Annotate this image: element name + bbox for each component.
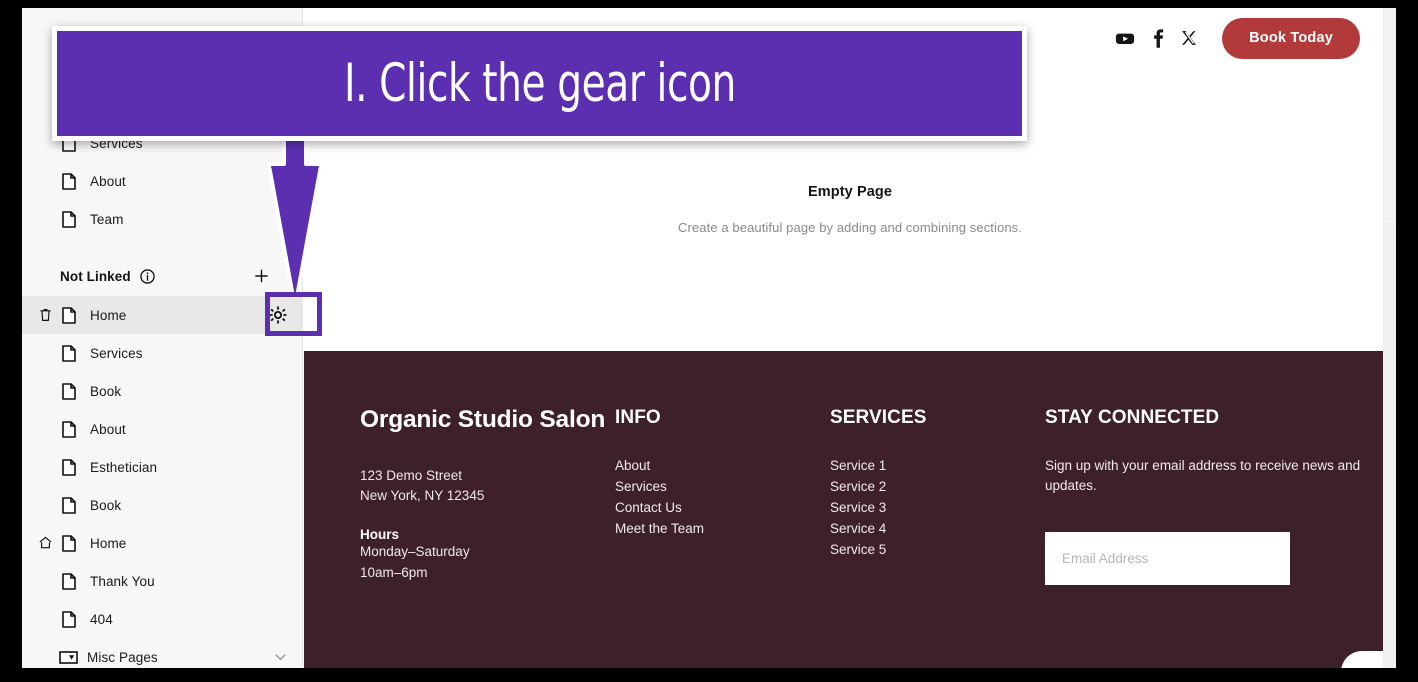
footer-link-service-5[interactable]: Service 5	[830, 540, 1045, 561]
sidebar-item-label: Home	[90, 535, 127, 551]
preview-scrollbar-thumb[interactable]	[1384, 8, 1395, 223]
sidebar-item-label: Thank You	[90, 573, 155, 589]
page-icon	[62, 610, 76, 628]
footer-info-column: INFO About Services Contact Us Meet the …	[615, 407, 830, 668]
instruction-text: I. Click the gear icon	[343, 53, 736, 114]
page-icon	[62, 572, 76, 590]
footer-hours-line2: 10am–6pm	[360, 564, 428, 580]
sidebar-item-label: Misc Pages	[87, 649, 158, 665]
sidebar-item-label: Services	[90, 345, 143, 361]
sidebar-item-label: Esthetician	[90, 459, 158, 475]
page-icon	[62, 534, 76, 552]
app-viewport: Services About Team Not Linked Home Serv…	[22, 8, 1396, 668]
footer-hours-line1: Monday–Saturday	[360, 544, 470, 560]
footer-newsletter-heading: STAY CONNECTED	[1045, 407, 1220, 428]
footer-info-heading: INFO	[615, 407, 661, 428]
book-today-button[interactable]: Book Today	[1222, 17, 1360, 59]
screenshot-frame: Services About Team Not Linked Home Serv…	[0, 0, 1418, 682]
email-address-input[interactable]	[1045, 531, 1290, 585]
youtube-icon[interactable]	[1114, 27, 1136, 49]
footer-brand-column: Organic Studio Salon 123 Demo Street New…	[360, 406, 615, 668]
sidebar-item-label: Book	[90, 383, 122, 399]
footer-newsletter-blurb: Sign up with your email address to recei…	[1045, 458, 1361, 494]
footer-link-services[interactable]: Services	[615, 477, 830, 498]
footer-link-about[interactable]: About	[615, 456, 830, 477]
sidebar-item-label: About	[90, 421, 126, 437]
gear-icon-highlight[interactable]	[265, 292, 322, 336]
facebook-icon[interactable]	[1146, 27, 1168, 49]
down-arrow-pointer	[256, 132, 334, 302]
footer-link-contact-us[interactable]: Contact Us	[615, 498, 830, 519]
section-title: Not Linked	[60, 268, 131, 284]
sidebar-item-about[interactable]: About	[22, 410, 303, 448]
page-icon	[62, 306, 76, 324]
page-icon	[62, 420, 76, 438]
footer-link-service-3[interactable]: Service 3	[830, 498, 1045, 519]
sidebar-item-misc-pages[interactable]: Misc Pages	[22, 638, 303, 668]
instruction-banner: I. Click the gear icon	[52, 26, 1027, 141]
sidebar-item-label: About	[90, 173, 126, 189]
page-icon	[62, 382, 76, 400]
footer-link-service-2[interactable]: Service 2	[830, 477, 1045, 498]
x-twitter-icon[interactable]	[1178, 27, 1200, 49]
footer-link-service-4[interactable]: Service 4	[830, 519, 1045, 540]
sidebar-item-book-1[interactable]: Book	[22, 372, 303, 410]
preview-scrollbar-track[interactable]	[1383, 8, 1396, 668]
page-icon	[62, 344, 76, 362]
sidebar-item-label: Team	[90, 211, 124, 227]
info-icon[interactable]	[140, 268, 155, 284]
sidebar-item-services[interactable]: Services	[22, 334, 303, 372]
footer-services-heading: SERVICES	[830, 407, 927, 428]
site-footer: Organic Studio Salon 123 Demo Street New…	[304, 351, 1396, 668]
sidebar-item-label: Book	[90, 497, 122, 513]
sidebar-item-book-2[interactable]: Book	[22, 486, 303, 524]
footer-link-meet-the-team[interactable]: Meet the Team	[615, 519, 830, 540]
sidebar-item-thank-you[interactable]: Thank You	[22, 562, 303, 600]
page-icon	[62, 210, 76, 228]
footer-address-line1: 123 Demo Street	[360, 467, 463, 483]
sidebar-item-label: 404	[90, 611, 113, 627]
empty-page-subtitle: Create a beautiful page by adding and co…	[678, 220, 1022, 235]
page-icon	[62, 458, 76, 476]
footer-newsletter-column: STAY CONNECTED Sign up with your email a…	[1045, 407, 1390, 668]
footer-address-line2: New York, NY 12345	[360, 488, 485, 504]
folder-dropdown-icon	[59, 650, 78, 664]
home-icon	[39, 536, 53, 550]
footer-services-column: SERVICES Service 1 Service 2 Service 3 S…	[830, 407, 1045, 668]
sidebar-item-label: Home	[90, 307, 127, 323]
empty-page-title: Empty Page	[808, 184, 892, 200]
footer-link-service-1[interactable]: Service 1	[830, 456, 1045, 477]
chevron-down-icon[interactable]	[274, 651, 287, 664]
sidebar-item-404[interactable]: 404	[22, 600, 303, 638]
footer-hours-heading: Hours	[360, 527, 400, 543]
sidebar-item-home-default[interactable]: Home	[22, 524, 303, 562]
page-icon	[62, 172, 76, 190]
footer-brand-name: Organic Studio Salon	[360, 406, 606, 433]
page-icon	[62, 496, 76, 514]
trash-icon[interactable]	[39, 308, 53, 322]
sidebar-item-esthetician[interactable]: Esthetician	[22, 448, 303, 486]
